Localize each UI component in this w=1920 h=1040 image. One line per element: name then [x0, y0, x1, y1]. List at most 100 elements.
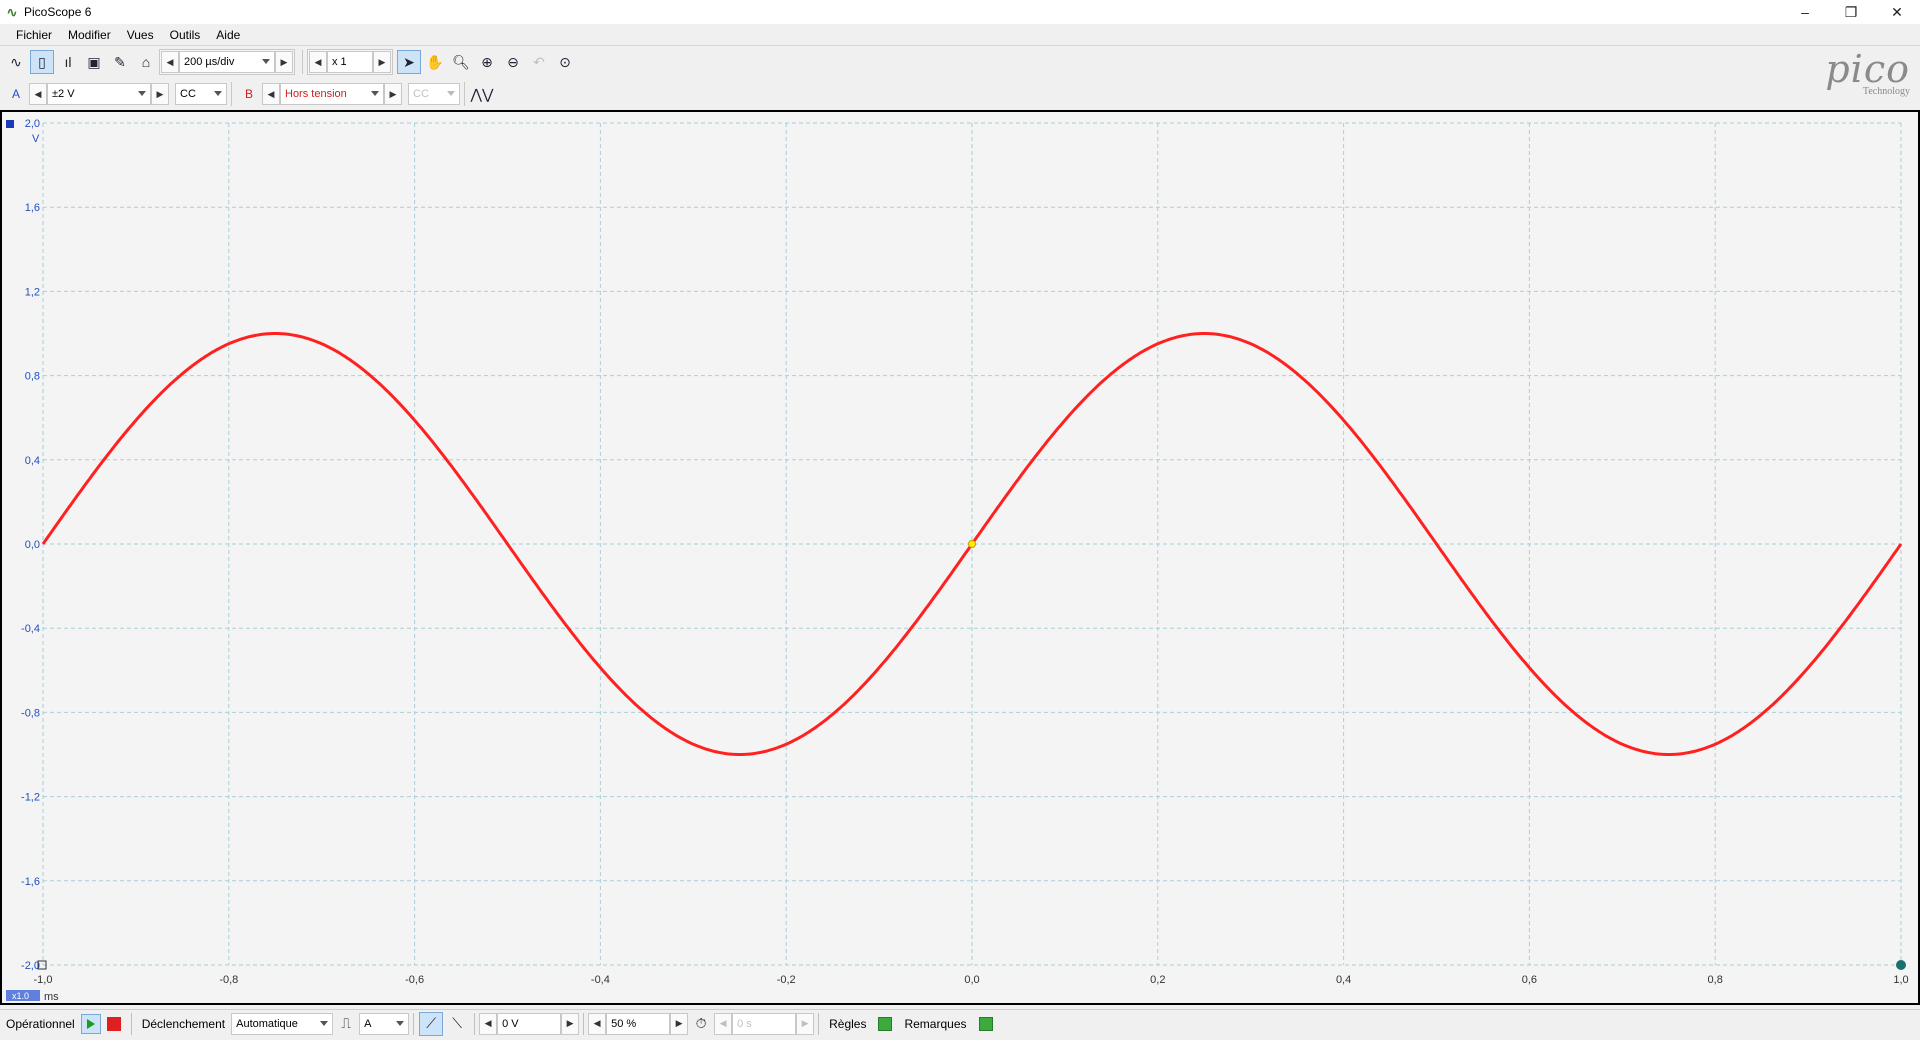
delay-next-arrow[interactable]: ▶ [796, 1012, 815, 1035]
delay-value: 0 s [737, 1017, 752, 1030]
x-tick-label: 0,4 [1336, 974, 1351, 986]
range-a-value: ±2 V [52, 88, 75, 100]
menu-tools[interactable]: Outils [162, 28, 209, 42]
channel-toolbar: A ◀ ±2 V ▶ CC B ◀ Hors tension ▶ CC ⋀⋁ [0, 79, 495, 109]
notes-label: Remarques [904, 1016, 967, 1031]
trigger-mode-select[interactable]: Automatique [231, 1012, 334, 1035]
delay-field[interactable]: 0 s [732, 1012, 797, 1035]
scope-mode-icon[interactable]: ∿ [4, 50, 28, 74]
range-a-select[interactable]: ±2 V [47, 83, 151, 105]
x-unit-label: ms [44, 991, 59, 1003]
coupling-b-value: CC [413, 88, 429, 100]
x-tick-label: -0,8 [219, 974, 238, 986]
zoom-fit-icon[interactable]: ⊙ [553, 50, 577, 74]
zoom-factor-field[interactable]: x 1 [327, 51, 373, 73]
x-axis-end-marker [1896, 960, 1906, 970]
threshold-next-arrow[interactable]: ▶ [561, 1012, 580, 1035]
undo-zoom-icon[interactable]: ↶ [527, 50, 551, 74]
range-a-prev-arrow[interactable]: ◀ [29, 83, 47, 105]
trigger-source-select[interactable]: A [359, 1012, 410, 1035]
zoom-out-icon[interactable]: ⊖ [501, 50, 525, 74]
y-tick-label: 2,0 [25, 118, 40, 130]
menu-bar: Fichier Modifier Vues Outils Aide [0, 24, 1920, 46]
pretrigger-prev-arrow[interactable]: ◀ [588, 1012, 607, 1035]
range-b-next-arrow[interactable]: ▶ [384, 83, 402, 105]
signal-generator-icon[interactable]: ⋀⋁ [470, 82, 494, 106]
range-b-select[interactable]: Hors tension [280, 83, 384, 105]
restore-button[interactable]: ❐ [1828, 0, 1874, 24]
pretrigger-field[interactable]: 50 % [606, 1012, 671, 1035]
timebase-prev-arrow[interactable]: ◀ [161, 51, 179, 73]
window-title: PicoScope 6 [24, 5, 92, 19]
app-icon: ∿ [6, 3, 18, 20]
zoom-factor-value: x 1 [332, 56, 347, 68]
x-tick-label: 1,0 [1893, 974, 1908, 986]
logo-word: pico [1825, 47, 1910, 91]
hand-tool-icon[interactable]: ✋ [423, 50, 447, 74]
x-tick-label: -1,0 [34, 974, 53, 986]
scope-chart[interactable]: 2,0 1,6 1,2 0,8 0,4 0,0 -0,4 -0,8 -1,2 -1,6 -2,0 -… [2, 112, 1918, 1003]
y-ticks: 2,0 1,6 1,2 0,8 0,4 0,0 -0,4 -0,8 -1,2 -1,6 -2,0 [21, 118, 40, 972]
x-tick-label: 0,6 [1522, 974, 1537, 986]
trigger-marker [968, 540, 976, 548]
scope-view[interactable]: 2,0 1,6 1,2 0,8 0,4 0,0 -0,4 -0,8 -1,2 -1,6 -2,0 -… [0, 110, 1920, 1005]
timebase-select[interactable]: 200 µs/div [179, 51, 275, 73]
close-button[interactable]: ✕ [1874, 0, 1920, 24]
stop-button[interactable] [106, 1016, 121, 1031]
x-tick-label: 0,0 [964, 974, 979, 986]
range-a-next-arrow[interactable]: ▶ [151, 83, 169, 105]
coupling-b-select[interactable]: CC [408, 83, 460, 105]
menu-views[interactable]: Vues [119, 28, 162, 42]
start-button[interactable] [80, 1013, 101, 1034]
y-tick-label: 1,6 [25, 202, 40, 214]
menu-file[interactable]: Fichier [8, 28, 60, 42]
notes-button[interactable] [978, 1016, 993, 1031]
rulers-button[interactable] [878, 1016, 893, 1031]
zoom-in-icon[interactable]: ⊕ [475, 50, 499, 74]
zoom-prev-arrow[interactable]: ◀ [309, 51, 327, 73]
select-tool-icon[interactable]: ➤ [397, 50, 421, 74]
rising-edge-icon[interactable]: ⟋ [419, 1011, 444, 1036]
delay-icon[interactable]: ⏱ [689, 1012, 713, 1036]
y-tick-label: -2,0 [21, 960, 40, 972]
probe-wand-icon[interactable]: ✎ [108, 50, 132, 74]
home-icon[interactable]: ⌂ [134, 50, 158, 74]
y-tick-label: 1,2 [25, 286, 40, 298]
channel-a-button[interactable]: A [4, 82, 28, 106]
minimize-button[interactable]: – [1782, 0, 1828, 24]
rulers-label: Règles [829, 1016, 867, 1031]
coupling-a-select[interactable]: CC [175, 83, 227, 105]
threshold-prev-arrow[interactable]: ◀ [479, 1012, 498, 1035]
pretrigger-next-arrow[interactable]: ▶ [670, 1012, 689, 1035]
menu-edit[interactable]: Modifier [60, 28, 119, 42]
y-tick-label: 0,0 [25, 539, 40, 551]
advanced-trigger-icon[interactable]: ⎍ [334, 1012, 358, 1036]
channel-a-marker [6, 120, 14, 128]
y-tick-label: -1,6 [21, 876, 40, 888]
channel-b-button[interactable]: B [237, 82, 261, 106]
timebase-next-arrow[interactable]: ▶ [275, 51, 293, 73]
channel-options-icon[interactable]: ▣ [82, 50, 106, 74]
falling-edge-icon[interactable]: ⟍ [445, 1012, 469, 1036]
y-unit-label: V [32, 133, 40, 145]
spectrum-mode-icon[interactable]: ıl [56, 50, 80, 74]
x-tick-label: 0,2 [1150, 974, 1165, 986]
run-status: Opérationnel [6, 1016, 75, 1031]
range-b-prev-arrow[interactable]: ◀ [262, 83, 280, 105]
range-b-value: Hors tension [285, 88, 347, 100]
persistence-mode-icon[interactable]: ▯ [30, 50, 54, 74]
threshold-field[interactable]: 0 V [497, 1012, 562, 1035]
timebase-value: 200 µs/div [184, 56, 235, 68]
x-tick-label: -0,2 [777, 974, 796, 986]
y-tick-label: -0,4 [21, 623, 40, 635]
pico-logo: pico Technology [1790, 50, 1910, 106]
y-tick-label: 0,4 [25, 455, 40, 467]
delay-prev-arrow[interactable]: ◀ [714, 1012, 733, 1035]
status-bar: Opérationnel Déclenchement Automatique ⎍… [0, 1009, 1920, 1037]
x-ticks: -1,0 -0,8 -0,6 -0,4 -0,2 0,0 0,2 0,4 0,6 0,8 1,0 [34, 974, 1909, 986]
menu-help[interactable]: Aide [208, 28, 248, 42]
zoom-area-icon[interactable]: 🔍︎ [449, 50, 473, 74]
zoom-next-arrow[interactable]: ▶ [373, 51, 391, 73]
coupling-a-value: CC [180, 88, 196, 100]
zoom-group: ◀ x 1 ▶ [307, 49, 393, 75]
